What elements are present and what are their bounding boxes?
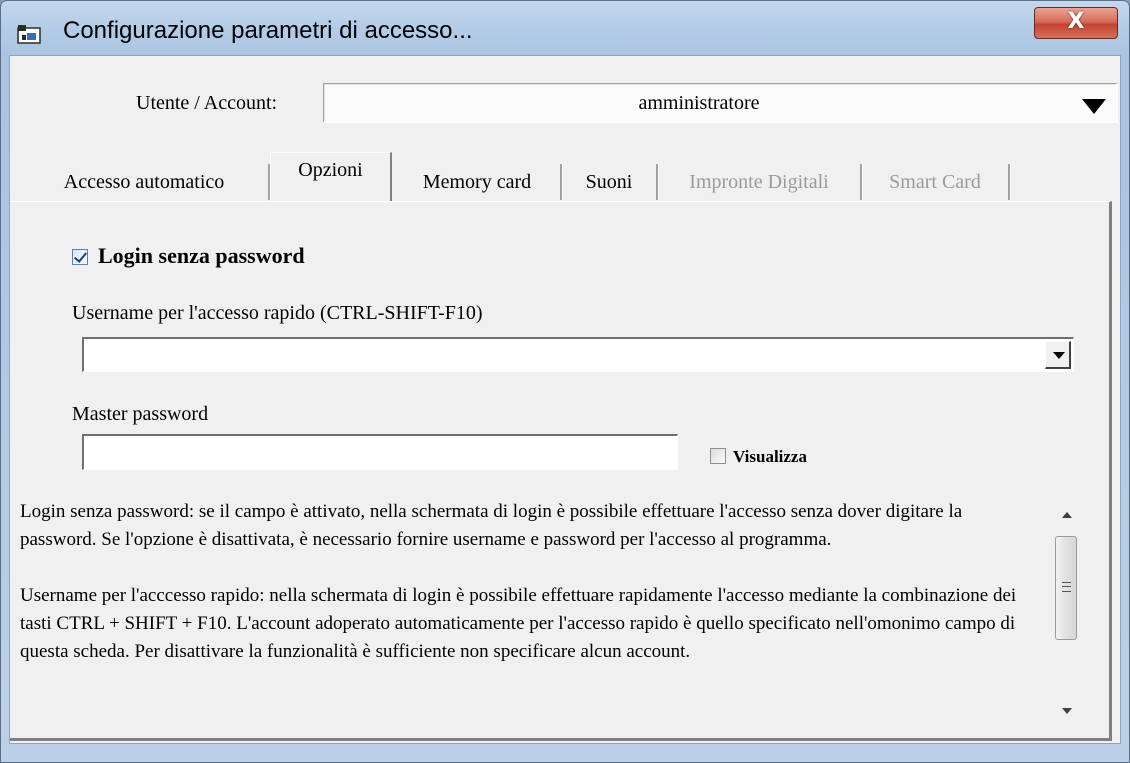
app-window-icon bbox=[17, 25, 41, 44]
window-title: Configurazione parametri di accesso... bbox=[63, 17, 473, 44]
help-text-area[interactable]: Login senza password: se il campo è atti… bbox=[20, 494, 1080, 728]
close-button[interactable]: X bbox=[1034, 7, 1118, 39]
visualizza-checkbox[interactable] bbox=[710, 448, 726, 464]
username-rapido-select[interactable] bbox=[82, 337, 1074, 372]
vertical-scrollbar[interactable] bbox=[1054, 500, 1080, 726]
scroll-up-arrow-icon[interactable] bbox=[1062, 512, 1072, 518]
dialog-client-area: Utente / Account: amministratore Accesso… bbox=[9, 55, 1121, 744]
user-account-select[interactable]: amministratore bbox=[323, 83, 1118, 123]
scrollbar-thumb[interactable] bbox=[1055, 536, 1077, 640]
login-senza-password-label[interactable]: Login senza password bbox=[98, 243, 305, 269]
tab-accesso-automatico[interactable]: Accesso automatico bbox=[20, 164, 270, 200]
visualizza-label[interactable]: Visualizza bbox=[733, 447, 807, 467]
grip-icon bbox=[1062, 582, 1071, 592]
tab-strip: Accesso automatico Opzioni Memory card S… bbox=[10, 150, 1122, 202]
tab-impronte-digitali: Impronte Digitali bbox=[658, 164, 862, 200]
dropdown-arrow-icon[interactable] bbox=[1045, 341, 1071, 369]
tab-suoni[interactable]: Suoni bbox=[562, 164, 658, 200]
tab-memory-card[interactable]: Memory card bbox=[394, 164, 562, 200]
master-password-input[interactable] bbox=[82, 434, 678, 470]
title-bar[interactable]: Configurazione parametri di accesso... X bbox=[1, 1, 1129, 53]
username-rapido-label: Username per l'accesso rapido (CTRL-SHIF… bbox=[72, 302, 483, 324]
tab-smart-card: Smart Card bbox=[862, 164, 1010, 200]
help-paragraph: Login senza password: se il campo è atti… bbox=[20, 501, 963, 550]
login-senza-password-checkbox[interactable] bbox=[72, 249, 88, 265]
master-password-label: Master password bbox=[72, 403, 209, 425]
dialog-window: Configurazione parametri di accesso... X… bbox=[0, 0, 1130, 763]
user-account-label: Utente / Account: bbox=[136, 92, 278, 114]
tab-opzioni[interactable]: Opzioni bbox=[270, 152, 392, 202]
help-paragraph: Username per l'acccesso rapido: nella sc… bbox=[20, 585, 1017, 662]
scroll-down-arrow-icon[interactable] bbox=[1062, 708, 1072, 714]
user-account-value: amministratore bbox=[638, 92, 760, 114]
tab-panel-opzioni: Login senza password Username per l'acce… bbox=[10, 201, 1112, 741]
chevron-down-icon[interactable] bbox=[1082, 99, 1106, 114]
